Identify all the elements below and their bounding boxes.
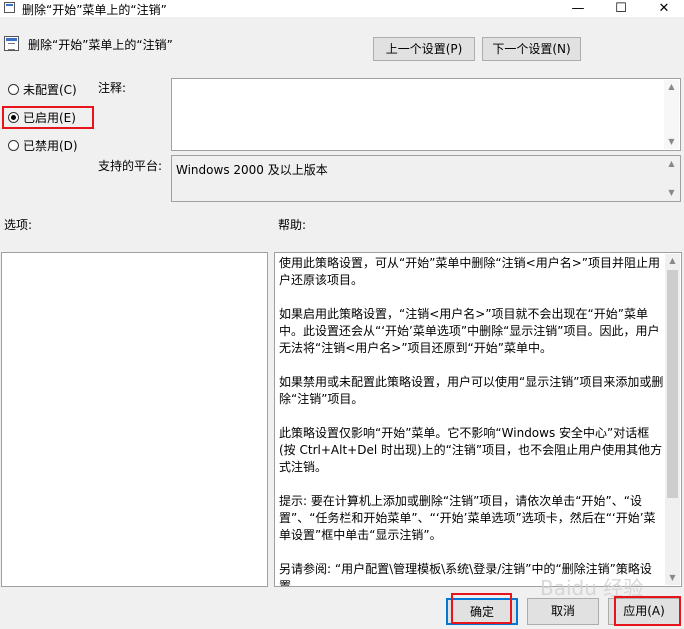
title-bar: 删除“开始”菜单上的“注销” — ☐ ✕ [0,0,684,17]
policy-window-icon [4,2,15,13]
maximize-button[interactable]: ☐ [601,0,641,17]
radio-disabled[interactable]: 已禁用(D) [8,137,78,153]
scroll-down-icon[interactable]: ▼ [664,135,679,149]
options-label: 选项: [4,218,33,232]
radio-circle[interactable] [8,83,19,95]
scroll-up-icon[interactable]: ▲ [665,254,680,268]
highlight-enabled-box [2,106,94,129]
scroll-up-icon[interactable]: ▲ [664,157,679,171]
cancel-button[interactable]: 取消 [527,598,599,625]
radio-circle[interactable] [8,139,19,151]
policy-setting-icon [4,36,19,51]
highlight-ok-box [451,593,512,624]
comment-scrollbar[interactable]: ▲ ▼ [664,80,679,149]
options-panel[interactable] [1,252,268,587]
close-button[interactable]: ✕ [644,0,684,17]
help-label: 帮助: [278,218,307,232]
platform-value: Windows 2000 及以上版本 [176,163,328,177]
platform-label: 支持的平台: [98,159,163,173]
policy-title: 删除“开始”菜单上的“注销” [28,38,173,52]
scroll-up-icon[interactable]: ▲ [664,80,679,94]
comment-label: 注释: [98,81,127,95]
radio-label: 已禁用(D) [23,138,78,153]
radio-label: 未配置(C) [23,82,77,97]
previous-setting-button[interactable]: 上一个设置(P) [373,37,475,61]
window-title: 删除“开始”菜单上的“注销” [22,3,167,17]
radio-not-configured[interactable]: 未配置(C) [8,81,77,97]
scroll-down-icon[interactable]: ▼ [664,186,679,200]
comment-field[interactable]: ▲ ▼ [171,78,681,151]
highlight-apply-box [614,596,681,626]
platform-scrollbar[interactable]: ▲ ▼ [664,157,679,200]
scroll-thumb[interactable] [667,270,678,498]
next-setting-button[interactable]: 下一个设置(N) [482,37,581,61]
help-text: 使用此策略设置，可从“开始”菜单中删除“注销<用户名>”项目并阻止用户还原该项目… [279,256,664,587]
scroll-down-icon[interactable]: ▼ [665,571,680,585]
help-panel[interactable]: 使用此策略设置，可从“开始”菜单中删除“注销<用户名>”项目并阻止用户还原该项目… [274,252,682,587]
platform-field: Windows 2000 及以上版本 ▲ ▼ [171,155,681,202]
minimize-button[interactable]: — [558,0,598,17]
help-scrollbar[interactable]: ▲ ▼ [665,254,680,585]
